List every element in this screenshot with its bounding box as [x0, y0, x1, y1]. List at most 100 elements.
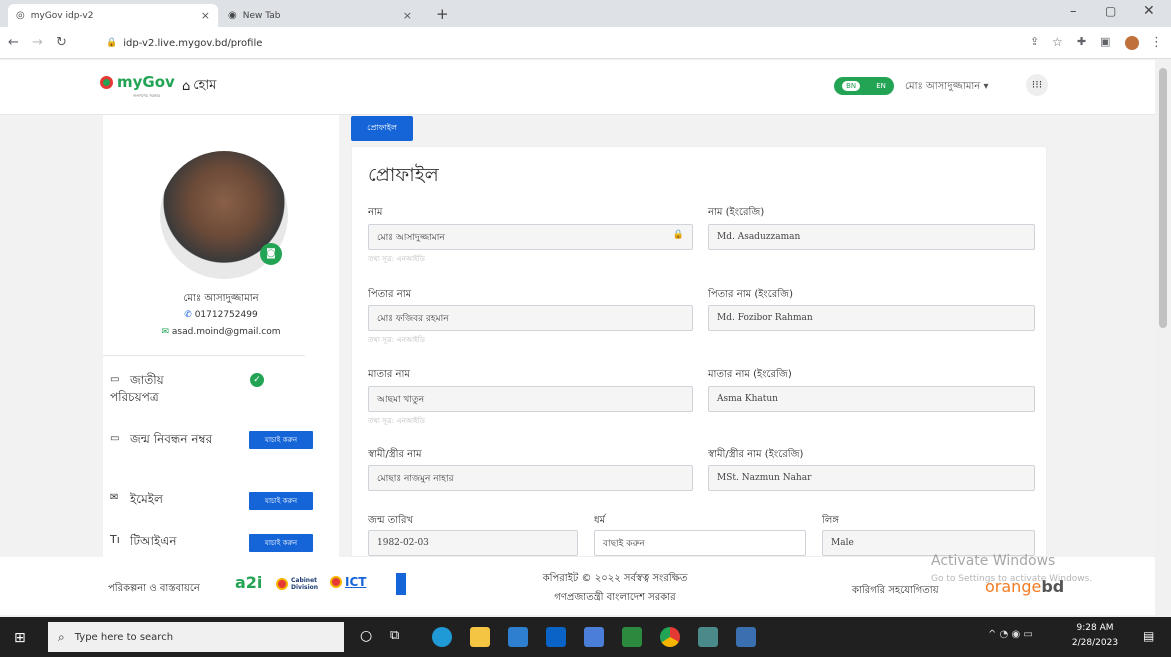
share-icon[interactable]: ⇪ [1030, 35, 1039, 48]
sidebar-item-label: ইমেইল [130, 492, 163, 506]
phone-number: 01712752499 [194, 310, 258, 320]
star-icon[interactable]: ☆ [1052, 35, 1063, 49]
verify-tin-button[interactable]: যাচাই করুন [249, 534, 313, 552]
back-icon[interactable]: ← [8, 35, 19, 50]
sidebar-email: ✉ asad.moind@gmail.com [103, 327, 339, 337]
close-window-icon[interactable]: ✕ [1143, 3, 1155, 19]
clock-time[interactable]: 9:28 AM [1070, 623, 1120, 633]
browser-tab-bar: ◎ myGov idp-v2 × ◉ New Tab × + – ▢ ✕ [0, 0, 1171, 27]
sidebar-user-name: মোঃ আসাদুজ্জামান [183, 293, 259, 304]
label-dob: জন্ম তারিখ [368, 515, 414, 526]
cortana-icon[interactable]: ○ [360, 628, 372, 644]
taskbar-search-box[interactable]: ⌕ Type here to search [48, 622, 344, 652]
mother-bn-field[interactable]: আছমা খাতুন [368, 386, 693, 412]
emblem-icon [276, 578, 288, 590]
file-explorer-icon[interactable] [470, 627, 490, 647]
reload-icon[interactable]: ↻ [56, 35, 67, 50]
verified-check-icon: ✓ [250, 373, 264, 387]
source-hint: তথ্য সূত্র: এনআইডি [368, 255, 425, 263]
cabinet-text: Cabinet Division [291, 577, 319, 591]
activate-windows-sub: Go to Settings to activate Windows. [931, 574, 1093, 584]
forward-icon[interactable]: → [32, 35, 43, 50]
store-icon[interactable] [508, 627, 528, 647]
label-spouse-en: স্বামী/স্ত্রীর নাম (ইংরেজি) [708, 449, 804, 460]
home-link[interactable]: ⌂ হোম [182, 76, 216, 97]
chrome-icon[interactable] [660, 627, 680, 647]
sidebar-divider [103, 355, 305, 356]
label-father-bn: পিতার নাম [368, 289, 412, 300]
envelope-icon: ✉ [161, 327, 170, 337]
label-religion: ধর্ম [594, 515, 606, 526]
edge-icon[interactable] [432, 627, 452, 647]
phone-icon: ✆ [184, 310, 192, 320]
ict-logo: ICT [330, 575, 366, 589]
religion-select[interactable]: বাছাই করুন [594, 530, 806, 556]
source-hint: তথ্য সূত্র: এনআইডি [368, 336, 425, 344]
windows-start-icon[interactable]: ⊞ [14, 630, 26, 646]
spouse-en-field[interactable]: MSt. Nazmun Nahar [708, 465, 1035, 491]
minimize-icon[interactable]: – [1070, 4, 1077, 19]
father-bn-field[interactable]: মোঃ ফজিবর রহমান [368, 305, 693, 331]
copyright-text: কপিরাইট © ২০২২ সর্বস্বত্ব সংরক্ষিত [542, 573, 688, 584]
notification-icon[interactable]: ▤ [1143, 629, 1154, 643]
page-footer: পরিকল্পনা ও বাস্তবায়নে a2i Cabinet Divi… [0, 553, 1155, 615]
extensions-icon[interactable]: ✚ [1077, 35, 1086, 48]
mygov-logo[interactable]: myGov [100, 73, 175, 91]
url-field[interactable]: 🔒 idp-v2.live.mygov.bd/profile [106, 32, 1026, 54]
lang-en: EN [876, 82, 886, 90]
mother-en-field[interactable]: Asma Khatun [708, 386, 1035, 412]
search-placeholder: Type here to search [74, 631, 174, 643]
label-mother-en: মাতার নাম (ইংরেজি) [708, 369, 792, 380]
sidebar-item-label: জন্ম নিবন্ধন নম্বর [130, 432, 213, 446]
tab-mygov[interactable]: ◎ myGov idp-v2 × [8, 4, 218, 27]
a2i-logo: a2i [235, 573, 262, 592]
user-name: মোঃ আসাদুজ্জামান [905, 81, 981, 92]
app-icon-2[interactable] [698, 627, 718, 647]
camera-icon[interactable]: ◙ [260, 243, 282, 265]
name-bn-field[interactable]: মোঃ আসাদুজ্জামান 🔒 [368, 224, 693, 250]
new-tab-button[interactable]: + [436, 5, 449, 23]
home-icon: ⌂ [182, 79, 191, 94]
father-en-field[interactable]: Md. Fozibor Rahman [708, 305, 1035, 331]
verify-email-button[interactable]: যাচাই করুন [249, 492, 313, 510]
app-icon-3[interactable] [736, 627, 756, 647]
sidepanel-icon[interactable]: ▣ [1100, 35, 1110, 48]
menu-icon[interactable]: ⋮ [1150, 35, 1163, 50]
tech-support-text: কারিগরি সহযোগিতায় [852, 585, 939, 596]
sidebar-item-label: জাতীয় পরিচয়পত্র [110, 373, 164, 404]
user-menu[interactable]: মোঃ আসাদুজ্জামান ▾ [905, 79, 988, 96]
clock-date[interactable]: 2/28/2023 [1070, 638, 1120, 648]
close-tab-icon[interactable]: × [403, 9, 412, 22]
excel-icon[interactable] [622, 627, 642, 647]
name-bn-value: মোঃ আসাদুজ্জামান [377, 232, 445, 243]
dob-field[interactable]: 1982-02-03 [368, 530, 578, 556]
restore-icon[interactable]: ▢ [1105, 4, 1116, 18]
tab-new-tab[interactable]: ◉ New Tab × [220, 4, 420, 27]
lock-icon: 🔒 [672, 230, 684, 240]
profile-sidebar: ◙ মোঃ আসাদুজ্জামান ✆ 01712752499 ✉ asad.… [103, 115, 339, 557]
label-father-en: পিতার নাম (ইংরেজি) [708, 289, 793, 300]
email-text: asad.moind@gmail.com [171, 327, 281, 337]
app-icon[interactable] [584, 627, 604, 647]
sidebar-item-nid[interactable]: ▭ জাতীয় পরিচয়পত্র ✓ [110, 372, 335, 412]
system-tray-icons[interactable]: ^ ◔ ◉ ▭ [988, 629, 1033, 640]
lang-bn: BN [842, 81, 861, 91]
chrome-icon: ◉ [228, 10, 237, 21]
name-en-field[interactable]: Md. Asaduzzaman [708, 224, 1035, 250]
close-tab-icon[interactable]: × [201, 9, 210, 22]
label-name-en: নাম (ইংরেজি) [708, 207, 765, 218]
planning-text: পরিকল্পনা ও বাস্তবায়নে [108, 583, 200, 594]
spouse-bn-field[interactable]: মোছাঃ নাজমুন নাহার [368, 465, 693, 491]
scrollbar-thumb[interactable] [1159, 68, 1167, 328]
profile-avatar-icon[interactable] [1125, 36, 1139, 50]
scrollbar[interactable] [1155, 60, 1171, 616]
envelope-icon: ✉ [110, 492, 119, 503]
verify-birth-reg-button[interactable]: যাচাই করুন [249, 431, 313, 449]
apps-grid-icon[interactable]: ⁝⁝⁝ [1026, 74, 1048, 96]
mail-icon[interactable] [546, 627, 566, 647]
language-toggle[interactable]: BN EN [834, 77, 894, 95]
text-icon: Tı [110, 533, 120, 546]
tab-profile[interactable]: প্রোফাইল [351, 116, 413, 141]
activate-windows-title: Activate Windows [931, 553, 1056, 569]
task-view-icon[interactable]: ⧉ [390, 628, 399, 643]
